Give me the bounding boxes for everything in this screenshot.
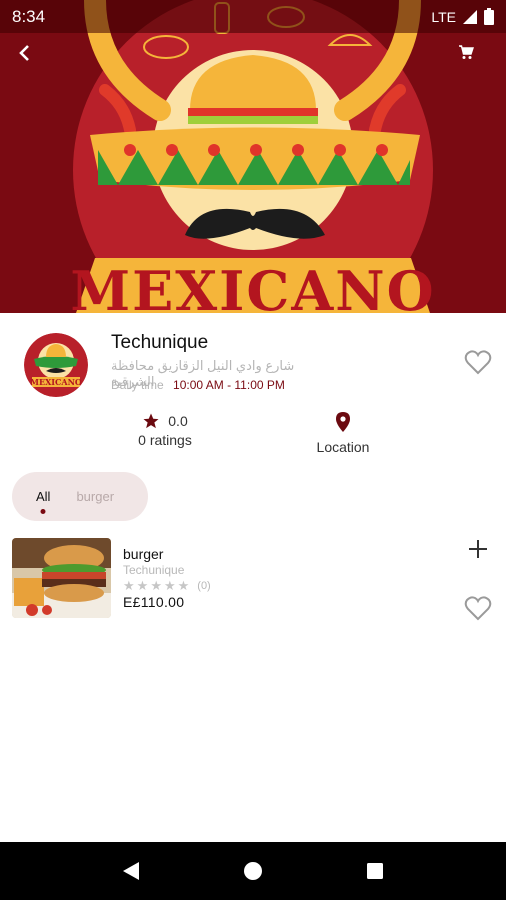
product-rating-count: (0) bbox=[197, 580, 211, 592]
tab-all[interactable]: All bbox=[36, 489, 51, 514]
favorite-product-button[interactable] bbox=[464, 595, 492, 621]
star-icon: ★ bbox=[177, 578, 190, 593]
opening-hours: 10:00 AM - 11:00 PM bbox=[173, 378, 285, 392]
chevron-left-icon bbox=[19, 45, 29, 61]
product-image bbox=[12, 538, 111, 618]
location-button[interactable]: Location bbox=[300, 412, 386, 455]
product-rating: ★ ★ ★ ★ ★ (0) bbox=[123, 578, 211, 594]
product-name: burger bbox=[123, 546, 164, 562]
add-to-cart-button[interactable] bbox=[466, 537, 490, 561]
hero-banner: MEXICANO bbox=[0, 0, 506, 313]
mexicano-banner-image: MEXICANO bbox=[0, 0, 506, 313]
restaurant-info: MEXICANO Techunique شارع وادي النيل الزق… bbox=[0, 313, 506, 413]
tab-burger[interactable]: burger bbox=[76, 489, 114, 504]
back-button[interactable] bbox=[17, 44, 53, 80]
product-restaurant: Techunique bbox=[123, 563, 185, 577]
rating-summary[interactable]: 0.0 0 ratings bbox=[120, 412, 210, 448]
logo-text: MEXICANO bbox=[30, 377, 82, 387]
favorite-restaurant-button[interactable] bbox=[464, 349, 492, 377]
daily-time: Daily time 10:00 AM - 11:00 PM bbox=[111, 378, 285, 392]
location-label: Location bbox=[316, 439, 370, 455]
nav-home-button[interactable] bbox=[233, 851, 273, 891]
banner-title: MEXICANO bbox=[70, 259, 435, 313]
signal-icon bbox=[463, 9, 477, 24]
circle-home-icon bbox=[244, 862, 262, 880]
network-label: LTE bbox=[431, 8, 456, 25]
heart-outline-icon bbox=[464, 596, 492, 621]
star-icon bbox=[143, 413, 159, 429]
rating-value: 0.0 bbox=[168, 413, 188, 429]
nav-recents-button[interactable] bbox=[355, 851, 395, 891]
status-icons: LTE bbox=[431, 8, 494, 25]
system-nav-bar bbox=[0, 842, 506, 900]
product-price: E£110.00 bbox=[123, 594, 185, 610]
star-icon: ★ bbox=[150, 578, 162, 593]
map-pin-icon bbox=[336, 412, 350, 432]
restaurant-name: Techunique bbox=[111, 332, 209, 353]
plus-icon bbox=[469, 540, 487, 558]
product-item[interactable]: burger Techunique ★ ★ ★ ★ ★ (0) E£110.00 bbox=[0, 535, 506, 625]
tab-burger-label: burger bbox=[76, 489, 115, 504]
category-tabs: All burger bbox=[12, 472, 148, 521]
active-tab-indicator bbox=[40, 509, 46, 514]
star-icon: ★ bbox=[123, 578, 135, 593]
triangle-back-icon bbox=[123, 862, 139, 880]
daily-time-label: Daily time bbox=[111, 378, 164, 392]
restaurant-logo: MEXICANO bbox=[24, 333, 88, 397]
star-icon: ★ bbox=[163, 578, 176, 593]
status-time: 8:34 bbox=[12, 6, 46, 26]
restaurant-stats: 0.0 0 ratings Location bbox=[0, 410, 506, 460]
heart-outline-icon bbox=[464, 350, 492, 375]
nav-back-button[interactable] bbox=[111, 851, 151, 891]
square-recents-icon bbox=[367, 863, 383, 879]
ratings-count: 0 ratings bbox=[138, 432, 192, 448]
cart-button[interactable] bbox=[458, 44, 494, 80]
battery-icon bbox=[484, 8, 494, 25]
tab-all-label: All bbox=[36, 489, 51, 504]
status-bar: 8:34 LTE bbox=[0, 0, 506, 33]
cart-icon bbox=[459, 45, 474, 59]
star-icon: ★ bbox=[136, 578, 149, 593]
